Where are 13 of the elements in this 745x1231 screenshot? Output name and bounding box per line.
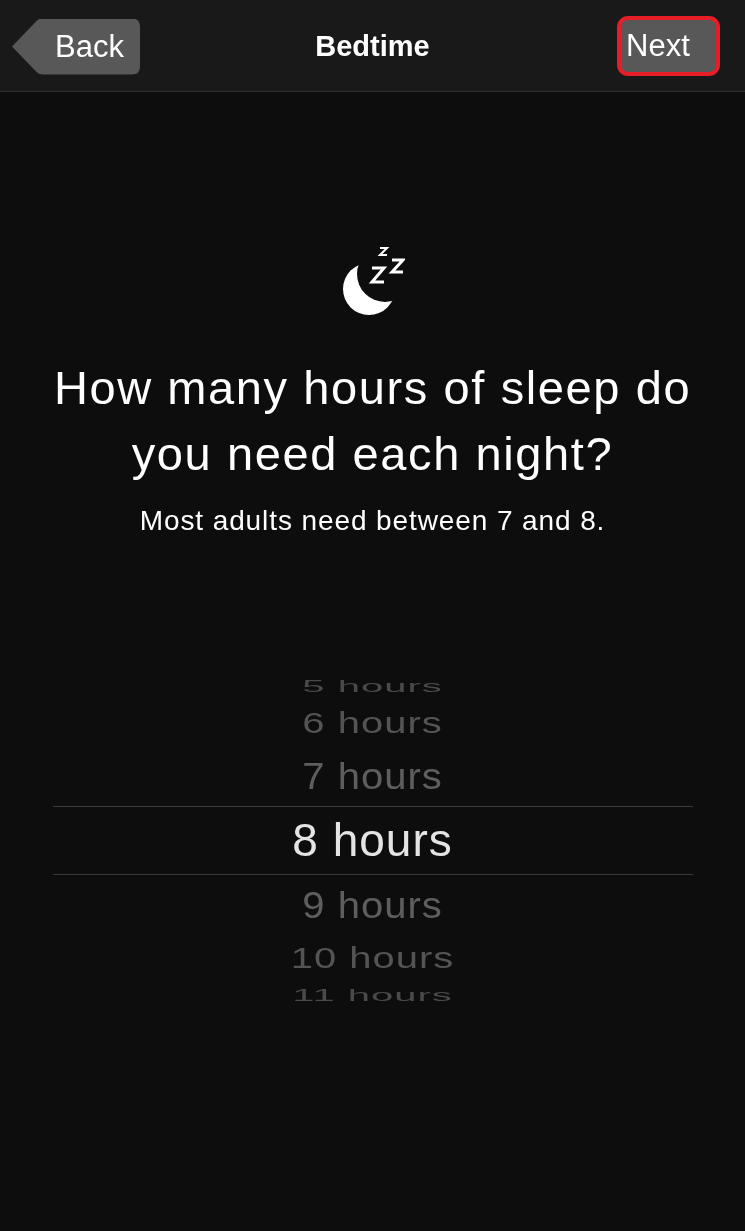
picker-option[interactable]: 5 hours — [302, 677, 443, 696]
moon-sleep-icon — [340, 245, 405, 315]
hint-text: Most adults need between 7 and 8. — [139, 504, 606, 538]
picker-option[interactable]: 9 hours — [302, 884, 443, 926]
next-button[interactable]: Next — [617, 15, 720, 76]
question-heading: How many hours of sleep do you need each night? — [52, 360, 693, 482]
picker-option[interactable]: 6 hours — [302, 707, 443, 739]
screen-title: Bedtime — [315, 29, 430, 63]
picker-option[interactable]: 11 hours — [292, 985, 453, 1004]
back-button[interactable]: Back — [12, 18, 140, 75]
picker-option[interactable]: 7 hours — [302, 755, 443, 797]
picker-option[interactable]: 10 hours — [290, 942, 455, 974]
picker-option[interactable]: 8 hours — [292, 815, 453, 866]
